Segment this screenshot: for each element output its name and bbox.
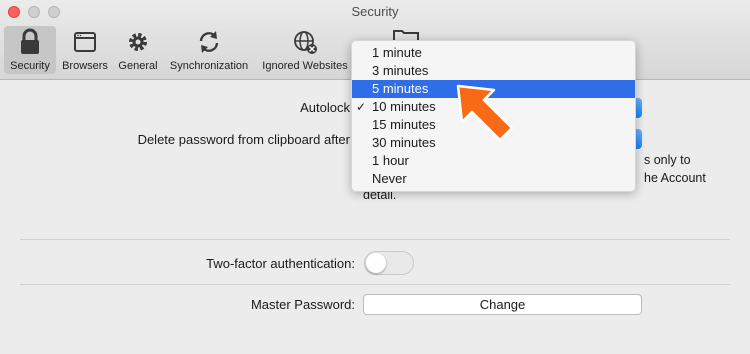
tab-general[interactable]: General [114,26,162,74]
divider [20,239,730,240]
description-line: he Account [644,171,706,185]
clipboard-clear-label: Delete password from clipboard after [137,132,350,147]
two-factor-toggle[interactable] [364,251,414,275]
tab-label: Ignored Websites [262,60,348,72]
menu-item-label: 5 minutes [372,81,429,96]
menu-item-label: 3 minutes [372,63,429,78]
menu-item-1-hour[interactable]: 1 hour [352,152,635,170]
menu-item-label: Never [372,171,407,186]
browser-window-icon [74,32,96,52]
gear-icon [129,33,147,51]
menu-item-label: 15 minutes [372,117,436,132]
tab-label: General [118,60,158,72]
menu-item-1-minute[interactable]: 1 minute [352,44,635,62]
annotation-arrow-icon [456,84,514,142]
divider [20,284,730,285]
autolock-label: Autolock [300,100,350,115]
lock-icon [21,28,39,54]
tab-browsers[interactable]: Browsers [58,26,112,74]
menu-item-3-minutes[interactable]: 3 minutes [352,62,635,80]
menu-item-label: 30 minutes [372,135,436,150]
tab-security[interactable]: Security [4,26,56,74]
master-password-label: Master Password: [250,297,355,312]
tab-label: Security [10,60,50,72]
tab-label: Browsers [62,60,108,72]
change-master-password-button[interactable]: Change [363,294,642,315]
globe-blocked-icon [294,31,317,54]
tab-synchronization[interactable]: Synchronization [164,26,254,74]
two-factor-label: Two-factor authentication: [206,256,355,271]
menu-item-label: 1 hour [372,153,409,168]
sync-icon [199,31,219,53]
menu-item-label: 10 minutes [372,99,436,114]
menu-item-label: 1 minute [372,45,422,60]
toggle-knob [366,253,386,273]
window-title: Security [351,4,399,19]
tab-ignored-websites[interactable]: Ignored Websites [256,26,354,74]
menu-item-never[interactable]: Never [352,170,635,188]
tab-label: Synchronization [169,60,249,72]
checkmark-icon: ✓ [356,100,367,114]
description-line: s only to [644,153,691,167]
security-preferences-window: Security Security Browsers General Synch… [0,0,750,354]
